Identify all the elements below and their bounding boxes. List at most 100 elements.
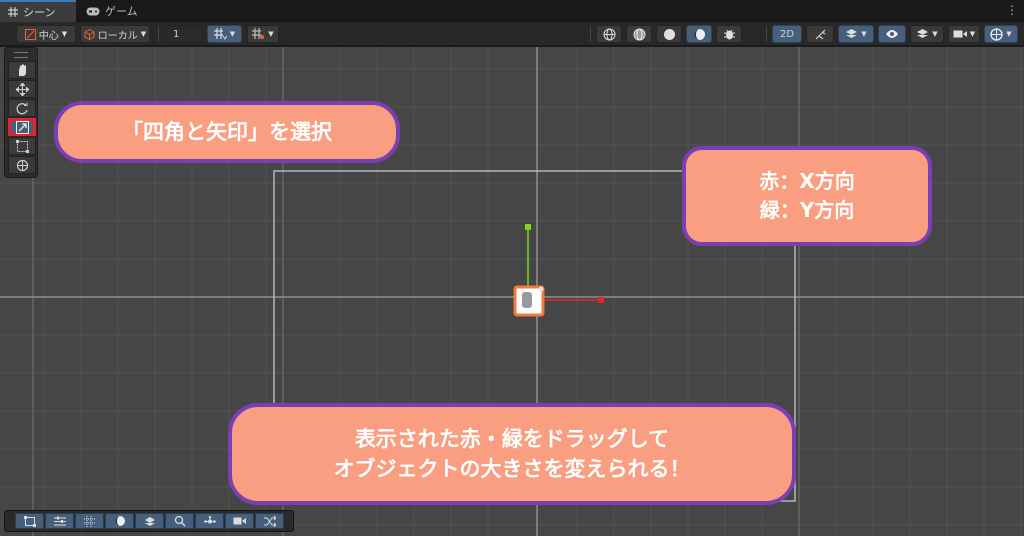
shading-wireframe-button[interactable] bbox=[596, 25, 622, 43]
layers-icon bbox=[917, 29, 929, 38]
lit-sphere-icon bbox=[114, 516, 125, 526]
grid-snap-icon bbox=[213, 28, 227, 40]
2d-label: 2D bbox=[779, 28, 795, 40]
increment-snap-button[interactable]: ▼ bbox=[247, 25, 279, 43]
panel-grip[interactable] bbox=[14, 52, 28, 58]
callout-select-tool: 「四角と矢印」を選択 bbox=[54, 101, 400, 163]
callout-axis-red-text: 赤：X方向 bbox=[759, 169, 855, 193]
effects-layers-icon bbox=[846, 29, 858, 38]
overlay-camera-button[interactable] bbox=[225, 513, 254, 529]
chevron-down-icon: ▼ bbox=[268, 30, 274, 38]
light-off-icon bbox=[815, 29, 825, 39]
callout-drag-line2: オブジェクトの大きさを変えられる！ bbox=[333, 457, 691, 481]
callout-select-tool-text: 「四角と矢印」を選択 bbox=[122, 119, 332, 144]
scene-visibility-button[interactable] bbox=[878, 25, 906, 43]
grid-size-value: 1 bbox=[173, 28, 180, 40]
gamepad-icon bbox=[86, 7, 100, 15]
x-axis-scale-handle bbox=[598, 297, 604, 303]
move-tool[interactable] bbox=[8, 80, 36, 98]
separator bbox=[766, 26, 767, 42]
grid-icon bbox=[8, 7, 18, 17]
camera-icon bbox=[953, 30, 967, 38]
callout-axis-green-text: 緑：Y方向 bbox=[759, 198, 855, 222]
overlay-toolbar bbox=[4, 510, 294, 532]
move-arrows-icon bbox=[15, 82, 29, 96]
shaded-sphere-icon bbox=[663, 28, 675, 40]
shading-shaded-button[interactable] bbox=[656, 25, 682, 43]
y-axis-scale-handle bbox=[525, 224, 531, 230]
lighting-toggle-button[interactable] bbox=[806, 25, 834, 43]
wireframe-sphere-icon bbox=[603, 28, 615, 40]
overlay-lighting-button[interactable] bbox=[105, 513, 134, 529]
tab-scene-label: シーン bbox=[23, 6, 56, 19]
chevron-down-icon: ▼ bbox=[861, 30, 867, 38]
camera-dropdown[interactable]: ▼ bbox=[948, 25, 980, 43]
sliders-icon bbox=[53, 516, 66, 525]
tab-game-label: ゲーム bbox=[105, 5, 138, 18]
overlay-grid-button[interactable] bbox=[75, 513, 104, 529]
overlay-sliders-button[interactable] bbox=[45, 513, 74, 529]
tab-bar: シーン ゲーム ⋮ bbox=[0, 0, 1024, 22]
object-sprite-icon bbox=[522, 292, 532, 308]
chevron-down-icon: ▼ bbox=[140, 30, 147, 38]
transform-icon bbox=[16, 159, 28, 171]
overlay-rect-button[interactable] bbox=[15, 513, 44, 529]
scale-icon bbox=[15, 120, 29, 134]
shaded-wireframe-icon bbox=[633, 28, 645, 40]
callout-drag-instructions: 表示された赤・緑をドラッグして オブジェクトの大きさを変えられる！ bbox=[228, 403, 796, 505]
pivot-icon bbox=[24, 28, 36, 40]
lit-sphere-icon bbox=[693, 28, 705, 40]
hand-icon bbox=[18, 63, 26, 76]
separator bbox=[590, 26, 591, 42]
nodes-icon bbox=[203, 515, 216, 523]
tools-panel bbox=[4, 47, 38, 178]
chevron-down-icon: ▼ bbox=[932, 30, 938, 38]
rect-tool[interactable] bbox=[8, 137, 36, 155]
rect-icon bbox=[23, 515, 36, 527]
shading-shaded-wireframe-button[interactable] bbox=[626, 25, 652, 43]
gizmo-globe-icon bbox=[990, 27, 1003, 41]
rect-transform-icon bbox=[15, 139, 29, 153]
grid-dots-icon bbox=[83, 515, 96, 527]
tab-scene[interactable]: シーン bbox=[0, 0, 76, 22]
overlay-layers-button[interactable] bbox=[135, 513, 164, 529]
overlay-nodes-button[interactable] bbox=[195, 513, 224, 529]
chevron-down-icon: ▼ bbox=[969, 30, 976, 38]
space-dropdown[interactable]: ローカル ▼ bbox=[80, 25, 150, 43]
bug-icon bbox=[723, 29, 735, 39]
snap-magnet-icon bbox=[252, 28, 265, 39]
scene-toolbar: 中心 ▼ ローカル ▼ 1 ▼ ▼ 2D ▼ ▼ ▼ ▼ bbox=[0, 22, 1024, 46]
tab-game[interactable]: ゲーム bbox=[78, 0, 148, 22]
rotate-icon bbox=[16, 102, 28, 114]
fx-dropdown[interactable]: ▼ bbox=[838, 25, 874, 43]
chevron-down-icon: ▼ bbox=[1006, 30, 1012, 38]
rotate-tool[interactable] bbox=[8, 99, 36, 117]
layers-icon bbox=[144, 516, 155, 526]
camera-icon bbox=[233, 517, 246, 525]
debug-draw-mode-button[interactable] bbox=[716, 25, 742, 43]
eye-icon bbox=[886, 30, 898, 38]
shuffle-icon bbox=[263, 515, 276, 527]
space-label: ローカル bbox=[97, 30, 138, 42]
separator bbox=[158, 26, 159, 42]
callout-drag-line1: 表示された赤・緑をドラッグして bbox=[354, 426, 670, 451]
chevron-down-icon: ▼ bbox=[61, 30, 68, 38]
overlay-search-button[interactable] bbox=[165, 513, 194, 529]
pivot-dropdown[interactable]: 中心 ▼ bbox=[16, 25, 76, 43]
scale-gizmo bbox=[513, 224, 604, 317]
transform-tool[interactable] bbox=[8, 156, 36, 174]
gizmos-dropdown[interactable]: ▼ bbox=[984, 25, 1018, 43]
chevron-down-icon: ▼ bbox=[229, 30, 236, 38]
search-icon bbox=[174, 515, 186, 527]
layers-dropdown[interactable]: ▼ bbox=[910, 25, 944, 43]
pivot-label: 中心 bbox=[38, 30, 59, 42]
scale-tool[interactable] bbox=[8, 118, 36, 136]
shading-lit-button[interactable] bbox=[686, 25, 712, 43]
grid-size-field[interactable]: 1 bbox=[167, 25, 203, 43]
2d-toggle-button[interactable]: 2D bbox=[772, 25, 802, 43]
more-options-icon[interactable]: ⋮ bbox=[1006, 3, 1018, 17]
hand-tool[interactable] bbox=[8, 61, 36, 79]
overlay-shuffle-button[interactable] bbox=[255, 513, 284, 529]
callout-axis-directions: 赤：X方向 緑：Y方向 bbox=[682, 146, 932, 246]
grid-snap-button[interactable]: ▼ bbox=[207, 25, 242, 43]
